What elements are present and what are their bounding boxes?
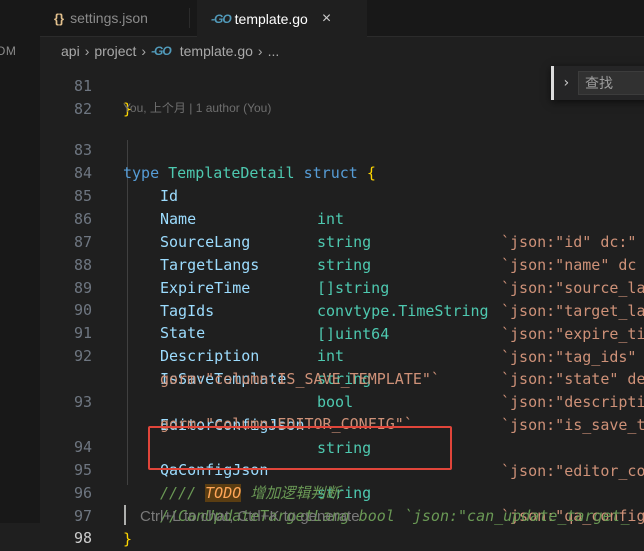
git-blame-annotation[interactable]: You, 上个月 | 1 author (You) <box>123 99 271 116</box>
go-file-icon: -GO <box>211 11 232 26</box>
tab-label: settings.json <box>70 10 148 26</box>
json-file-icon: {} <box>54 10 65 26</box>
code-line: 84 Id int `json:"id" dc:" <box>0 139 644 251</box>
text-cursor <box>124 505 126 525</box>
annotation-highlight-box <box>148 426 452 470</box>
code-line-wrapped: gorm:"column:IS_SAVE_TEMPLATE"` <box>0 345 644 388</box>
code-line: 86 SourceLang string `json:"source_la <box>0 185 644 297</box>
tab-label: template.go <box>234 10 308 27</box>
code-line: 83 type TemplateDetail struct { <box>0 116 644 182</box>
code-line: 85 Name string `json:"name" dc <box>0 162 644 274</box>
code-line: 93 EditorConfigJson string `json:"editor… <box>0 368 644 480</box>
code-line: 90 State int `json:"state" de <box>0 276 644 388</box>
code-line: 81 } <box>0 52 644 118</box>
close-icon[interactable]: × <box>322 10 331 28</box>
code-line: 97 } <box>0 482 644 548</box>
code-line: 82 <box>0 75 644 118</box>
code-line: 92 IsSaveTemplate bool `json:"is_save_t <box>0 322 644 434</box>
code-line: 91 Description string `json:"descripti <box>0 299 644 411</box>
ai-hint-text: Ctrl+L to chat, Ctrl+K to generate <box>140 508 360 525</box>
tab-bar: {} settings.json -GO template.go × <box>40 0 644 37</box>
brace[interactable]: } <box>123 528 132 551</box>
code-line: 87 TargetLangs []string `json:"target_la <box>0 208 644 320</box>
tab-settings-json[interactable]: {} settings.json <box>54 0 148 36</box>
tab-separator <box>189 8 190 28</box>
code-line-wrapped: gorm:"column:EDITOR_CONFIG"` <box>0 390 644 433</box>
line-number-current: 98 <box>73 529 92 547</box>
code-line: 88 ExpireTime convtype.TimeString `json:… <box>0 231 644 343</box>
tab-template-go[interactable]: -GO template.go × <box>197 0 367 37</box>
code-line: 89 TagIds []uint64 `json:"tag_ids" <box>0 254 644 366</box>
